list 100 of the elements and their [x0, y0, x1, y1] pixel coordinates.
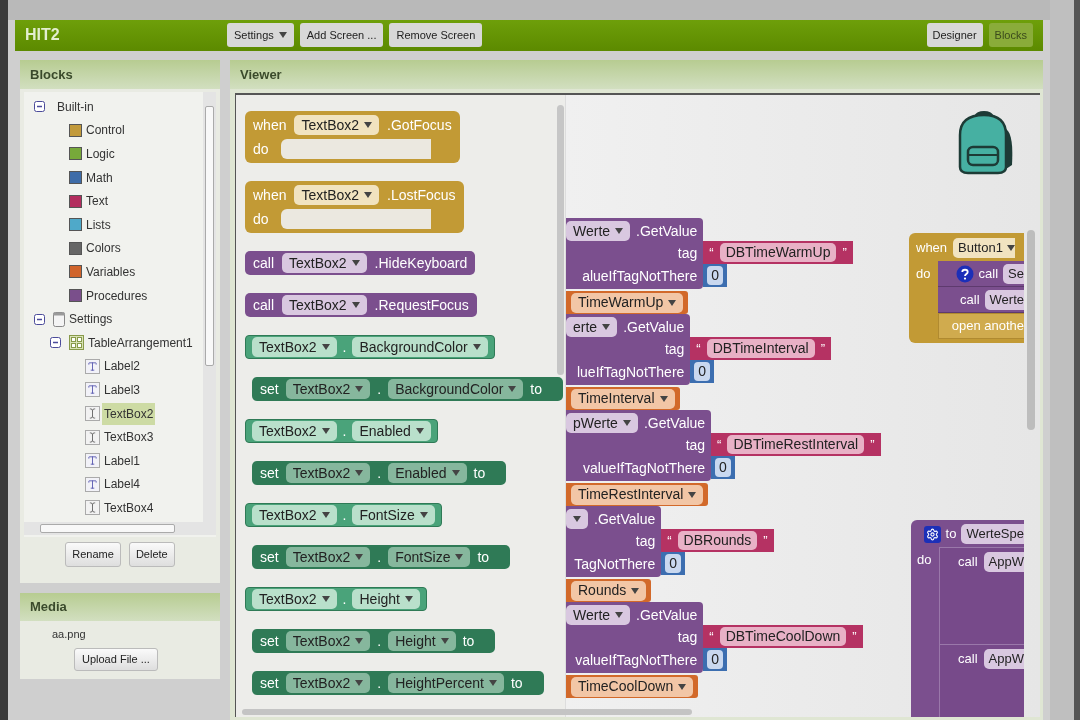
panel-button[interactable]: Rename — [65, 542, 121, 567]
tree-item[interactable]: Label2 — [102, 355, 143, 378]
tree-item[interactable]: TableArrangement1 — [86, 331, 195, 354]
component-dropdown[interactable]: TextBox2 — [252, 337, 337, 357]
property-dropdown[interactable]: Height — [388, 631, 456, 651]
tree-item[interactable]: TextBox4 — [102, 496, 156, 519]
tree-item[interactable]: Text — [84, 190, 110, 213]
vertical-scrollbar[interactable] — [203, 92, 216, 522]
text-string-block[interactable]: “ DBTimeInterval ” — [690, 337, 831, 360]
property-setter-block[interactable]: set TextBox2 . Enabled to — [252, 461, 507, 485]
component-dropdown[interactable]: TextBox2 — [285, 463, 371, 483]
variable-getter-block[interactable]: TimeInterval — [566, 387, 680, 410]
tree-item[interactable]: TextBox3 — [102, 426, 156, 449]
view-toggle[interactable]: Designer — [926, 23, 983, 48]
property-dropdown[interactable]: BackgroundColor — [388, 379, 524, 399]
tree-item[interactable]: Math — [84, 166, 115, 189]
variable-getter-block[interactable]: Rounds — [566, 579, 652, 602]
component-dropdown[interactable]: TimeRestInterval — [571, 484, 704, 505]
horizontal-scrollbar[interactable] — [242, 709, 692, 715]
tree-item[interactable]: Lists — [84, 213, 113, 236]
variable-getter-block[interactable]: TimeCoolDown — [566, 675, 699, 698]
property-dropdown[interactable]: Enabled — [352, 421, 431, 441]
view-toggle[interactable]: Blocks — [988, 23, 1033, 48]
getvalue-block[interactable]: Werte .GetValue tag alueIfTagNotThere — [566, 218, 704, 289]
string-value[interactable]: DBTimeRestInterval — [727, 435, 865, 454]
component-dropdown[interactable]: TextBox2 — [294, 185, 380, 205]
component-dropdown[interactable]: TextBox2 — [252, 589, 337, 609]
property-getter-block[interactable]: TextBox2 . Height — [245, 587, 427, 611]
horizontal-scrollbar[interactable] — [24, 522, 216, 535]
component-dropdown[interactable]: TextBox2 — [285, 379, 371, 399]
component-dropdown[interactable]: Werte — [984, 289, 1024, 310]
property-setter-block[interactable]: set TextBox2 . HeightPercent to — [252, 671, 544, 695]
string-value[interactable]: DBTimeCoolDown — [719, 627, 847, 646]
property-dropdown[interactable]: FontSize — [388, 547, 471, 567]
tree-item[interactable]: Colors — [84, 237, 123, 260]
getvalue-block[interactable]: pWerte .GetValue tag valueIfTagNotThere — [566, 410, 712, 481]
variable-getter-block[interactable]: TimeWarmUp — [566, 291, 689, 314]
property-getter-block[interactable]: TextBox2 . BackgroundColor — [245, 335, 495, 359]
property-setter-block[interactable]: set TextBox2 . FontSize to — [252, 545, 511, 569]
tree-item[interactable]: Label4 — [102, 473, 143, 496]
component-dropdown[interactable]: Werte — [566, 221, 631, 241]
component-dropdown[interactable]: erte — [566, 317, 618, 337]
component-dropdown[interactable]: TextBox2 — [285, 673, 371, 693]
getvalue-block[interactable]: Werte .GetValue tag valueIfTagNotThere — [566, 602, 704, 673]
collapse-icon[interactable] — [34, 313, 45, 325]
property-setter-block[interactable]: set TextBox2 . BackgroundColor to — [252, 377, 564, 401]
text-string-block[interactable]: “ DBTimeRestInterval ” — [711, 433, 881, 456]
method-call-block[interactable]: call TextBox2 .HideKeyboard — [245, 251, 476, 275]
text-string-block[interactable]: “ DBRounds ” — [661, 529, 774, 552]
component-dropdown[interactable]: Werte — [566, 605, 631, 625]
flyout-scrollbar[interactable] — [557, 105, 564, 375]
gear-icon[interactable] — [923, 525, 941, 543]
component-dropdown[interactable]: TextBox2 — [294, 115, 380, 135]
variable-getter-block[interactable]: TimeRestInterval — [566, 483, 709, 506]
component-dropdown[interactable]: TextBox2 — [285, 547, 371, 567]
component-dropdown[interactable]: TextBox2 — [285, 631, 371, 651]
event-block[interactable]: when TextBox2 .LostFocus do — [245, 181, 464, 233]
component-dropdown[interactable]: TextBox2 — [282, 253, 367, 273]
method-call-block[interactable]: call TextBox2 .RequestFocus — [245, 293, 477, 317]
event-block[interactable]: when Button1 do call Se call Werte open anothe — [909, 233, 1024, 343]
component-dropdown[interactable]: Rounds — [571, 580, 647, 601]
tree-item[interactable]: Label1 — [102, 449, 143, 472]
property-getter-block[interactable]: TextBox2 . FontSize — [245, 503, 442, 527]
string-value[interactable]: DBRounds — [677, 531, 758, 550]
component-dropdown[interactable]: Se — [1003, 263, 1024, 284]
tree-item[interactable]: Settings — [67, 308, 115, 331]
help-icon[interactable] — [955, 264, 974, 283]
string-value[interactable]: DBTimeWarmUp — [719, 243, 837, 262]
method-call-block[interactable]: call AppW — [939, 547, 1024, 644]
tree-item[interactable]: TextBox2 — [102, 402, 156, 425]
tree-item[interactable]: Variables — [84, 260, 138, 283]
tree-item[interactable]: Logic — [84, 143, 117, 165]
component-dropdown[interactable]: WerteSpe — [961, 524, 1024, 544]
getvalue-block[interactable]: erte .GetValue tag lueIfTagNotThere — [566, 314, 691, 385]
collapse-icon[interactable] — [50, 337, 61, 349]
event-block[interactable]: when TextBox2 .GotFocus do — [245, 111, 460, 163]
property-dropdown[interactable]: Height — [352, 589, 420, 609]
property-dropdown[interactable]: Enabled — [388, 463, 467, 483]
method-call-block[interactable]: call Se — [938, 261, 1024, 287]
toolbar-button[interactable]: Add Screen ... — [299, 23, 384, 48]
getvalue-block[interactable]: .GetValue tag TagNotThere — [566, 506, 662, 577]
component-dropdown[interactable]: TextBox2 — [252, 421, 337, 441]
procedure-block[interactable]: to WerteSpe do call AppW call AppW — [911, 520, 1024, 717]
component-dropdown[interactable]: TimeWarmUp — [571, 292, 684, 313]
text-string-block[interactable]: “ DBTimeCoolDown ” — [703, 625, 863, 648]
upload-button[interactable]: Upload File ... — [74, 647, 158, 671]
component-dropdown[interactable]: TextBox2 — [252, 505, 337, 525]
vertical-scrollbar[interactable] — [1027, 230, 1035, 430]
property-dropdown[interactable]: HeightPercent — [388, 673, 504, 693]
property-dropdown[interactable]: FontSize — [352, 505, 435, 525]
component-dropdown[interactable]: TimeCoolDown — [571, 676, 694, 697]
tree-item[interactable]: Procedures — [84, 284, 150, 307]
component-dropdown[interactable] — [566, 509, 588, 529]
method-call-block[interactable]: call AppW — [939, 644, 1024, 717]
toolbar-button[interactable]: Remove Screen — [389, 23, 483, 48]
component-dropdown[interactable]: AppW — [983, 649, 1024, 669]
text-string-block[interactable]: “ DBTimeWarmUp ” — [703, 241, 853, 264]
component-dropdown[interactable]: Button1 — [953, 238, 1015, 258]
tree-item[interactable]: Built-in — [55, 95, 96, 118]
string-value[interactable]: DBTimeInterval — [706, 339, 815, 358]
